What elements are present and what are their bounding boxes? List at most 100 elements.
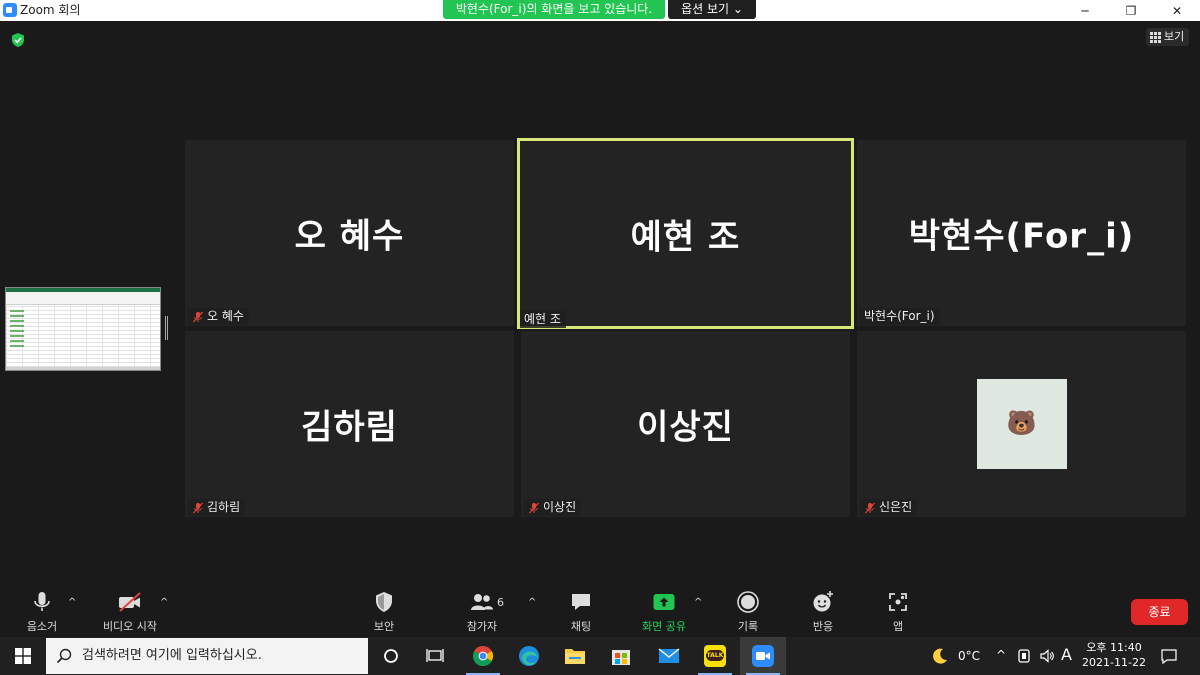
participant-display-name: 김하림	[301, 407, 398, 448]
participant-name-label: 오 혜수	[207, 309, 244, 323]
participant-name-tag: 오 혜수	[188, 308, 249, 325]
end-meeting-button[interactable]: 종료	[1131, 599, 1188, 625]
kakaotalk-bubble-label: TALK	[706, 650, 724, 661]
mail-taskbar-button[interactable]	[646, 637, 692, 675]
notification-center-icon[interactable]	[1160, 647, 1178, 665]
participant-name-label: 박현수(For_i)	[864, 309, 935, 323]
video-options-caret-icon[interactable]: ^	[160, 597, 170, 608]
edge-icon	[519, 646, 539, 666]
clock[interactable]: 오후 11:40 2021-11-22	[1082, 640, 1146, 670]
participant-name-tag: 김하림	[188, 499, 246, 516]
mail-icon	[658, 648, 680, 663]
video-off-icon	[119, 592, 141, 612]
zoom-app-icon	[752, 645, 774, 667]
participant-name-tag: 이상진	[524, 499, 582, 516]
taskbar-search-box[interactable]: 검색하려면 여기에 입력하십시오.	[46, 638, 368, 674]
share-screen-label: 화면 공유	[642, 620, 686, 633]
participant-display-name: 이상진	[637, 407, 734, 448]
kakaotalk-icon: TALK	[704, 645, 726, 667]
security-label: 보안	[373, 620, 395, 633]
mute-button[interactable]: 음소거	[12, 590, 72, 634]
participant-name-label: 김하림	[207, 500, 241, 514]
shared-screen-thumbnail[interactable]	[5, 287, 161, 371]
task-view-button[interactable]	[412, 637, 458, 675]
screen-share-banner: 박현수(For_i)의 화면을 보고 있습니다.	[443, 0, 665, 19]
file-explorer-taskbar-button[interactable]	[552, 637, 598, 675]
record-icon	[737, 591, 759, 613]
task-view-icon	[426, 649, 444, 662]
spreadsheet-ribbon	[6, 288, 160, 305]
participant-display-name: 오 혜수	[294, 216, 405, 257]
input-method-indicator[interactable]: A	[1061, 645, 1072, 664]
participants-icon	[471, 594, 493, 610]
reactions-label: 반응	[812, 620, 834, 633]
video-tile-participant[interactable]: 🐻 신은진	[857, 331, 1186, 517]
microphone-icon	[34, 592, 50, 611]
meeting-toolbar: 음소거 ^ 비디오 시작 ^ 보안 참가자 6 ^ 채팅 화면 공유 ^ 기록 …	[0, 585, 1200, 637]
encryption-shield-icon[interactable]	[10, 32, 26, 48]
record-button[interactable]: 기록	[718, 590, 778, 634]
participant-display-name: 예현 조	[630, 217, 741, 257]
bear-emoji-icon: 🐻	[1006, 409, 1037, 437]
kakaotalk-taskbar-button[interactable]: TALK	[692, 637, 738, 675]
start-button[interactable]	[0, 637, 46, 675]
windows-logo-icon	[15, 648, 31, 664]
participant-name-tag: 신은진	[860, 499, 918, 516]
zoom-meeting-window: Zoom 회의 ─ ❐ ✕ 박현수(For_i)의 화면을 보고 있습니다. 옵…	[0, 0, 1200, 675]
cortana-button[interactable]	[368, 637, 414, 675]
audio-options-caret-icon[interactable]: ^	[68, 597, 78, 608]
view-options-button[interactable]: 옵션 보기 ⌄	[668, 0, 756, 19]
store-icon	[612, 650, 630, 665]
start-video-label: 비디오 시작	[102, 620, 158, 633]
video-tile-participant[interactable]: 이상진 이상진	[521, 331, 850, 517]
edge-taskbar-button[interactable]	[506, 637, 552, 675]
moon-weather-icon[interactable]	[931, 647, 949, 665]
chat-button[interactable]: 채팅	[551, 590, 611, 634]
close-button[interactable]: ✕	[1154, 0, 1200, 21]
participant-name-label: 신은진	[879, 500, 913, 514]
apps-label: 앱	[892, 620, 904, 633]
windows-taskbar: 검색하려면 여기에 입력하십시오. TALK 0°C ^ A 오후 11:40 …	[0, 637, 1200, 675]
store-taskbar-button[interactable]	[598, 637, 644, 675]
record-label: 기록	[737, 620, 759, 633]
minimize-button[interactable]: ─	[1062, 0, 1108, 21]
show-hidden-icons-chevron-icon[interactable]: ^	[996, 648, 1006, 662]
profile-picture: 🐻	[976, 379, 1067, 469]
start-video-button[interactable]: 비디오 시작	[100, 590, 160, 634]
security-button[interactable]: 보안	[354, 590, 414, 634]
zoom-taskbar-button[interactable]	[740, 637, 786, 675]
participant-name-label: 예현 조	[524, 312, 561, 326]
participant-name-tag: 박현수(For_i)	[860, 308, 940, 325]
zoom-logo-icon	[3, 3, 17, 17]
mute-label: 음소거	[26, 620, 58, 633]
muted-mic-icon	[193, 502, 203, 513]
chevron-down-icon: ⌄	[732, 2, 743, 16]
gallery-view-button[interactable]: 보기	[1146, 28, 1190, 46]
spreadsheet-grid	[6, 306, 160, 368]
video-tile-participant[interactable]: 오 혜수 오 혜수	[185, 140, 514, 326]
search-placeholder: 검색하려면 여기에 입력하십시오.	[82, 648, 262, 663]
chat-label: 채팅	[570, 620, 592, 633]
search-icon	[56, 648, 72, 664]
share-screen-icon	[653, 594, 675, 610]
video-tile-active-speaker[interactable]: 예현 조 예현 조	[517, 138, 854, 329]
speaker-volume-icon[interactable]	[1039, 648, 1055, 664]
share-options-caret-icon[interactable]: ^	[694, 597, 704, 608]
apps-button[interactable]: 앱	[868, 590, 928, 634]
participant-name-label: 이상진	[543, 500, 577, 514]
device-icon[interactable]	[1017, 648, 1031, 664]
panel-resize-handle[interactable]	[165, 316, 168, 340]
chrome-taskbar-button[interactable]	[460, 637, 506, 675]
participants-options-caret-icon[interactable]: ^	[528, 597, 538, 608]
video-tile-participant[interactable]: 박현수(For_i) 박현수(For_i)	[857, 140, 1186, 326]
window-title: Zoom 회의	[20, 3, 81, 17]
gallery-view-label: 보기	[1164, 30, 1185, 43]
restore-button[interactable]: ❐	[1108, 0, 1154, 21]
weather-temperature[interactable]: 0°C	[958, 649, 980, 663]
reactions-button[interactable]: 반응	[793, 590, 853, 634]
participants-count: 6	[497, 596, 504, 609]
spreadsheet-highlighted-column	[10, 310, 24, 350]
smiley-plus-icon	[813, 591, 833, 612]
video-tile-participant[interactable]: 김하림 김하림	[185, 331, 514, 517]
share-screen-button[interactable]: 화면 공유	[634, 590, 694, 634]
